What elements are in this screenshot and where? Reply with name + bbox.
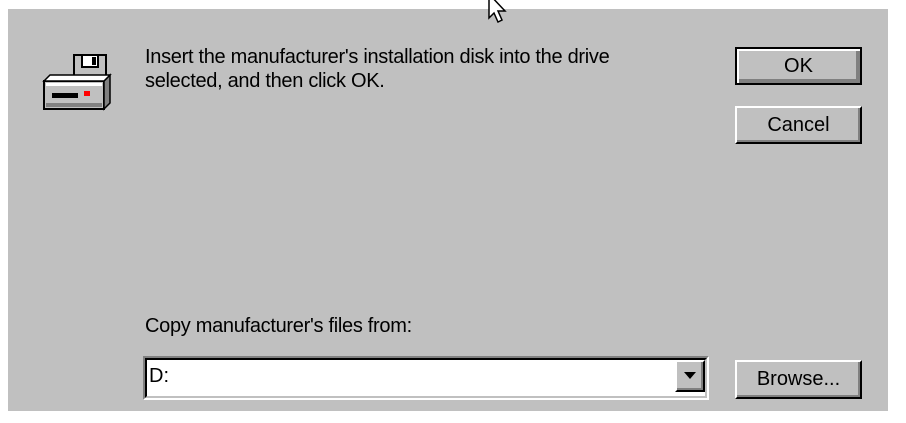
browse-button[interactable]: Browse... (735, 360, 862, 399)
floppy-drive-icon (42, 54, 112, 111)
dropdown-button[interactable] (675, 360, 705, 392)
copy-from-label: Copy manufacturer's files from: (145, 315, 412, 337)
ok-button[interactable]: OK (735, 47, 862, 85)
install-from-disk-dialog: Insert the manufacturer's installation d… (8, 9, 888, 411)
path-input[interactable] (149, 362, 669, 390)
instruction-line-1: Insert the manufacturer's installation d… (145, 46, 610, 68)
instruction-line-2: selected, and then click OK. (145, 70, 385, 92)
copy-from-combobox[interactable] (143, 356, 709, 400)
cancel-button[interactable]: Cancel (735, 106, 862, 144)
chevron-down-icon (684, 372, 696, 379)
mouse-pointer-icon (488, 0, 507, 24)
instruction-text: Insert the manufacturer's installation d… (145, 45, 610, 93)
